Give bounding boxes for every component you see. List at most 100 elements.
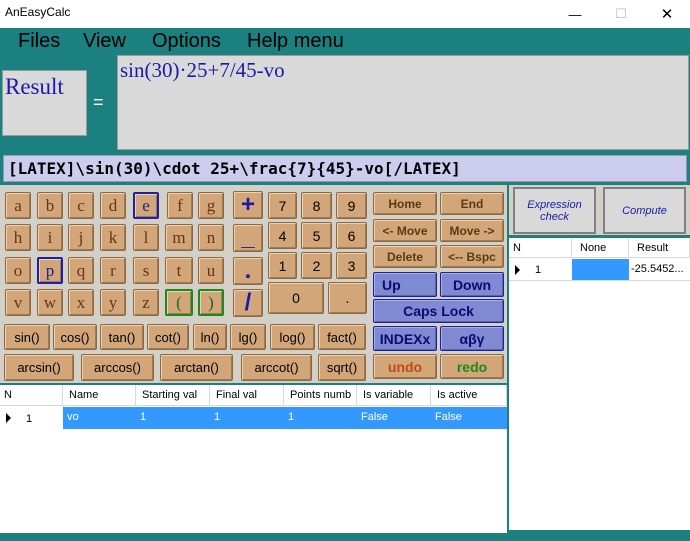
key-t[interactable]: t (165, 257, 193, 284)
key-u[interactable]: u (198, 257, 224, 284)
latex-field[interactable]: [LATEX]\sin(30)\cdot 25+\frac{7}{45}-vo[… (3, 155, 687, 182)
key-cot[interactable]: cot() (147, 324, 189, 350)
table-row[interactable]: 1 vo 1 1 1 False False (0, 407, 507, 429)
results-cell-none[interactable] (572, 259, 629, 280)
key-arccot[interactable]: arccot() (241, 354, 312, 381)
key-f[interactable]: f (167, 192, 193, 219)
key-s[interactable]: s (133, 257, 159, 284)
undo-button[interactable]: undo (373, 354, 437, 379)
key-k[interactable]: k (100, 224, 126, 251)
key-m[interactable]: m (165, 224, 193, 251)
move-left-button[interactable]: <- Move (373, 219, 437, 242)
results-header-n: N (509, 238, 572, 258)
key-x[interactable]: x (68, 289, 94, 316)
right-action-panel: Expression check Compute (509, 185, 690, 235)
key-b[interactable]: b (37, 192, 63, 219)
expression-display[interactable]: sin(30)·25+7/45-vo (117, 55, 689, 150)
key-lg[interactable]: lg() (230, 324, 266, 350)
key-h[interactable]: h (5, 224, 31, 251)
vars-cell-final[interactable]: 1 (214, 411, 220, 423)
key-a[interactable]: a (5, 192, 31, 219)
table-row[interactable]: 1 -25.5452... (509, 259, 690, 281)
end-button[interactable]: End (440, 192, 504, 215)
variables-grid[interactable]: N Name Starting val Final val Points num… (0, 385, 507, 533)
down-button[interactable]: Down (440, 272, 504, 297)
key-w[interactable]: w (37, 289, 63, 316)
vars-header-points: Points numb (284, 385, 357, 406)
key-8[interactable]: 8 (301, 192, 332, 219)
vars-cell-start[interactable]: 1 (140, 411, 146, 423)
key-ln[interactable]: ln() (193, 324, 227, 350)
key-divide[interactable]: / (233, 289, 263, 317)
vars-header-is-variable: Is variable (357, 385, 431, 406)
move-right-button[interactable]: Move -> (440, 219, 504, 242)
key-n[interactable]: n (198, 224, 224, 251)
close-button[interactable]: ✕ (644, 0, 690, 28)
key-sin[interactable]: sin() (4, 324, 50, 350)
expression-text: sin(30)·25+7/45-vo (120, 58, 285, 82)
key-5[interactable]: 5 (301, 222, 332, 249)
key-3[interactable]: 3 (336, 252, 367, 279)
menu-help[interactable]: Help menu (247, 30, 344, 53)
key-sqrt[interactable]: sqrt() (318, 354, 366, 381)
vars-cell-points[interactable]: 1 (288, 411, 294, 423)
key-log[interactable]: log() (270, 324, 315, 350)
index-button[interactable]: INDEXx (373, 326, 437, 351)
key-tan[interactable]: tan() (100, 324, 144, 350)
key-decimal[interactable]: . (328, 282, 367, 314)
key-6[interactable]: 6 (336, 222, 367, 249)
home-button[interactable]: Home (373, 192, 437, 215)
key-open-paren[interactable]: ( (165, 289, 193, 316)
key-plus[interactable]: + (233, 191, 263, 219)
key-minus[interactable]: _ (233, 224, 263, 252)
key-arccos[interactable]: arccos() (81, 354, 154, 381)
key-arctan[interactable]: arctan() (160, 354, 233, 381)
minimize-button[interactable]: — (552, 0, 598, 28)
key-y[interactable]: y (100, 289, 126, 316)
backspace-button[interactable]: <-- Bspc (440, 245, 504, 268)
delete-button[interactable]: Delete (373, 245, 437, 268)
key-fact[interactable]: fact() (318, 324, 366, 350)
menu-view[interactable]: View (83, 30, 126, 53)
key-d[interactable]: d (100, 192, 126, 219)
greek-button[interactable]: αβγ (440, 326, 504, 351)
vars-cell-is-variable[interactable]: False (361, 411, 388, 423)
key-l[interactable]: l (133, 224, 159, 251)
key-c[interactable]: c (68, 192, 94, 219)
key-cos[interactable]: cos() (53, 324, 97, 350)
vars-header-final: Final val (210, 385, 284, 406)
key-4[interactable]: 4 (268, 222, 297, 249)
key-r[interactable]: r (100, 257, 126, 284)
results-grid[interactable]: N None Result 1 -25.5452... (509, 238, 690, 530)
key-dot-op[interactable]: . (233, 257, 263, 285)
key-2[interactable]: 2 (301, 252, 332, 279)
vars-cell-is-active[interactable]: False (435, 411, 462, 423)
menu-files[interactable]: Files (18, 30, 60, 53)
key-j[interactable]: j (68, 224, 94, 251)
compute-button[interactable]: Compute (603, 187, 686, 234)
vars-cell-name[interactable]: vo (67, 411, 79, 423)
key-arcsin[interactable]: arcsin() (4, 354, 74, 381)
caps-lock-button[interactable]: Caps Lock (373, 299, 504, 323)
key-z[interactable]: z (133, 289, 159, 316)
key-close-paren[interactable]: ) (198, 289, 224, 316)
key-9[interactable]: 9 (336, 192, 367, 219)
menu-options[interactable]: Options (152, 30, 221, 53)
key-q[interactable]: q (68, 257, 94, 284)
results-cell-result: -25.5452... (631, 263, 684, 275)
key-v[interactable]: v (5, 289, 31, 316)
key-p[interactable]: p (37, 257, 63, 284)
key-7[interactable]: 7 (268, 192, 297, 219)
key-g[interactable]: g (198, 192, 224, 219)
up-button[interactable]: Up (373, 272, 437, 297)
row-pointer-icon (6, 413, 11, 423)
vars-header-start: Starting val (136, 385, 210, 406)
expression-check-button[interactable]: Expression check (513, 187, 596, 234)
key-1[interactable]: 1 (268, 252, 297, 279)
redo-button[interactable]: redo (440, 354, 504, 379)
key-e[interactable]: e (133, 192, 159, 219)
maximize-button[interactable]: ☐ (598, 0, 644, 28)
key-o[interactable]: o (5, 257, 31, 284)
key-0[interactable]: 0 (268, 282, 324, 314)
key-i[interactable]: i (37, 224, 63, 251)
